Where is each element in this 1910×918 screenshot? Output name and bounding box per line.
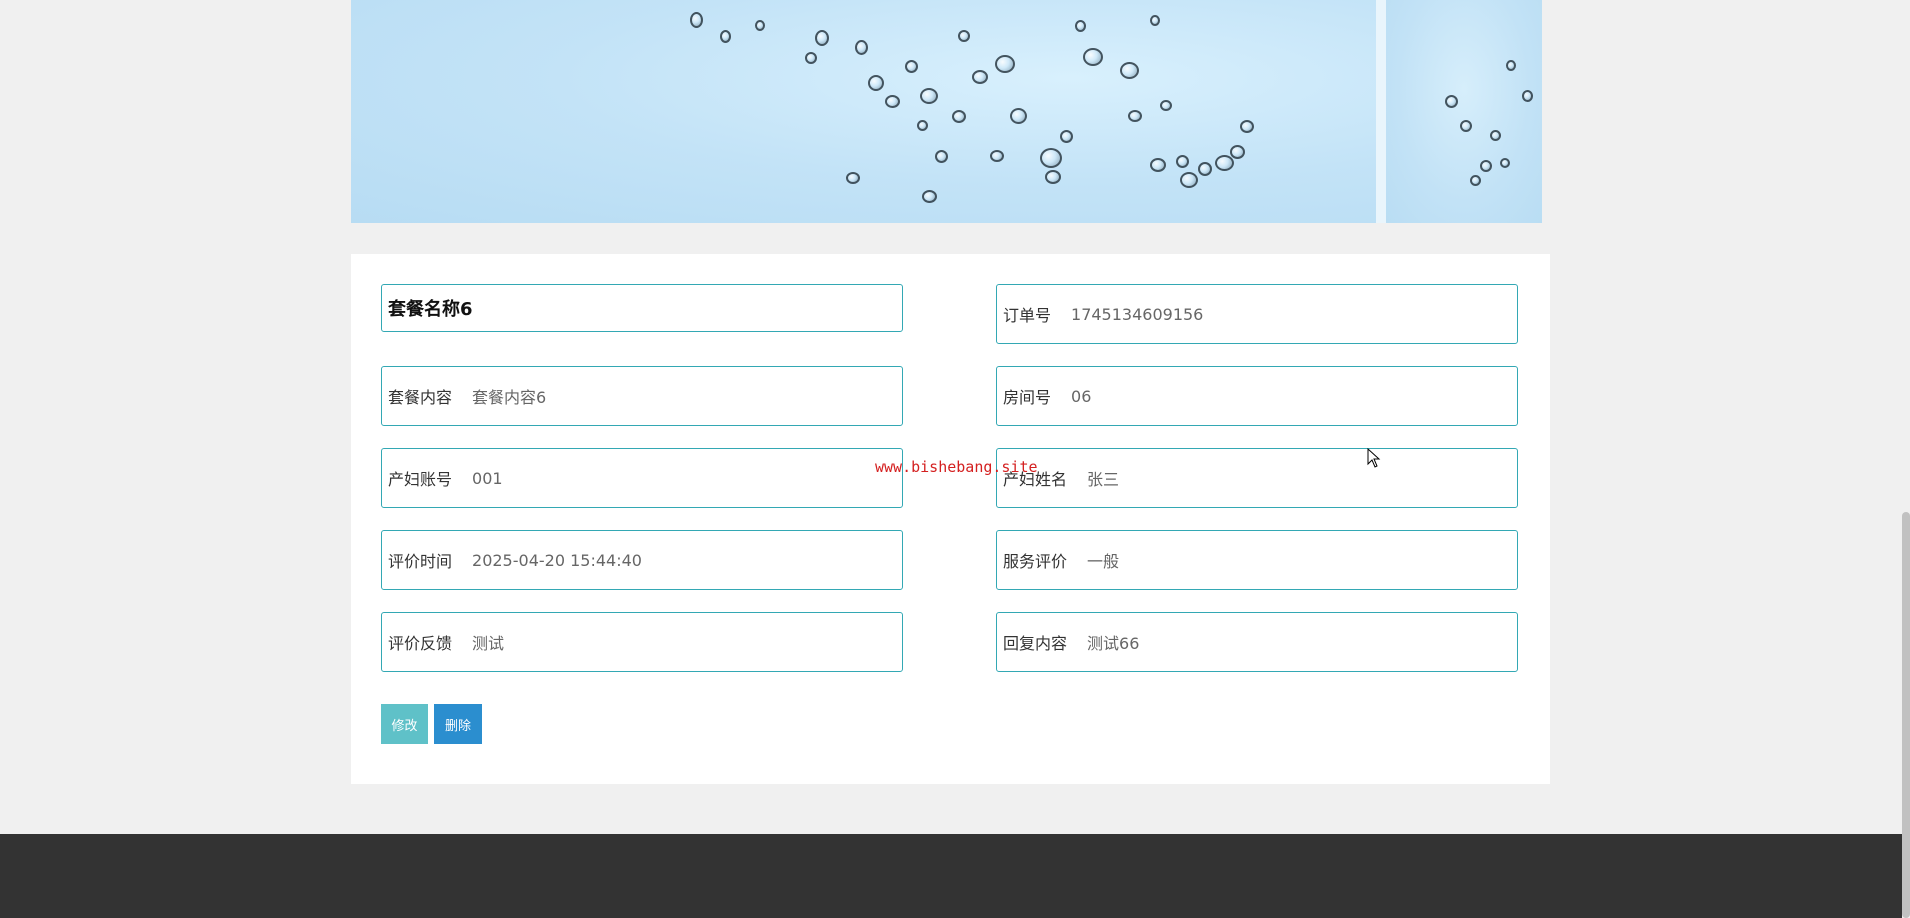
- service-rating-label: 服务评价: [1003, 552, 1068, 571]
- water-drop: [755, 20, 765, 31]
- package-content-label: 套餐内容: [388, 388, 453, 407]
- order-number-value: 1745134609156: [1071, 304, 1204, 324]
- water-drop: [868, 75, 884, 91]
- water-drop: [815, 30, 829, 46]
- water-drop: [958, 30, 970, 42]
- banner-image: [351, 0, 1542, 223]
- order-number-label: 订单号: [1003, 306, 1052, 325]
- water-drop: [1522, 90, 1533, 102]
- scrollbar-thumb[interactable]: [1902, 512, 1910, 918]
- water-drop: [1445, 95, 1458, 108]
- water-drop: [1490, 130, 1501, 141]
- review-time-label: 评价时间: [388, 552, 453, 571]
- water-drop: [1040, 148, 1062, 168]
- review-time-value: 2025-04-20 15:44:40: [472, 550, 642, 570]
- mother-account-field: 产妇账号 001: [381, 448, 903, 508]
- reply-content-label: 回复内容: [1003, 634, 1068, 653]
- water-drop: [1240, 120, 1254, 133]
- water-drop: [720, 30, 731, 43]
- page: 套餐名称6 订单号 1745134609156 套餐内容 套餐内容6 房间号 0…: [0, 0, 1910, 918]
- water-drop: [1060, 130, 1073, 143]
- water-drop: [1480, 160, 1492, 172]
- water-drop: [1128, 110, 1142, 122]
- water-drop: [690, 12, 703, 28]
- water-drop: [1045, 170, 1061, 184]
- review-feedback-field: 评价反馈 测试: [381, 612, 903, 672]
- banner-slide-main: [351, 0, 1376, 223]
- mother-name-value: 张三: [1087, 470, 1120, 489]
- detail-panel: 套餐名称6 订单号 1745134609156 套餐内容 套餐内容6 房间号 0…: [351, 254, 1550, 784]
- mouse-pointer-icon: [1367, 448, 1381, 468]
- room-number-field: 房间号 06: [996, 366, 1518, 426]
- water-drop: [1083, 48, 1103, 66]
- water-drop: [922, 190, 937, 203]
- water-drop: [805, 52, 817, 64]
- water-drop: [972, 70, 988, 84]
- water-drop: [920, 88, 938, 104]
- water-drop: [855, 40, 868, 55]
- water-drop: [885, 95, 900, 108]
- water-drop: [1230, 145, 1245, 159]
- reply-content-field: 回复内容 测试66: [996, 612, 1518, 672]
- package-content-field: 套餐内容 套餐内容6: [381, 366, 903, 426]
- review-time-field: 评价时间 2025-04-20 15:44:40: [381, 530, 903, 590]
- service-rating-field: 服务评价 一般: [996, 530, 1518, 590]
- package-content-value: 套餐内容6: [472, 388, 547, 407]
- water-drop: [1075, 20, 1086, 32]
- mother-account-label: 产妇账号: [388, 470, 453, 489]
- package-name-field: 套餐名称6: [381, 284, 903, 332]
- water-drop: [1150, 15, 1160, 26]
- water-drop: [990, 150, 1004, 162]
- room-number-label: 房间号: [1003, 388, 1052, 407]
- water-drop: [1506, 60, 1516, 71]
- edit-button[interactable]: 修改: [381, 704, 428, 744]
- order-number-field: 订单号 1745134609156: [996, 284, 1518, 344]
- water-drop: [1500, 158, 1510, 168]
- water-drop: [1198, 162, 1212, 176]
- banner-slide-next: [1386, 0, 1542, 223]
- water-drop: [905, 60, 918, 73]
- water-drop: [1160, 100, 1172, 111]
- mother-name-field: 产妇姓名 张三: [996, 448, 1518, 508]
- water-drop: [846, 172, 860, 184]
- water-drop: [1010, 108, 1027, 124]
- watermark-text: www.bishebang.site: [875, 458, 1038, 476]
- review-feedback-value: 测试: [472, 634, 505, 653]
- water-drop: [1470, 175, 1481, 186]
- review-feedback-label: 评价反馈: [388, 634, 453, 653]
- package-name-title: 套餐名称6: [388, 299, 473, 320]
- delete-button[interactable]: 删除: [434, 704, 482, 744]
- water-drop: [1460, 120, 1472, 132]
- service-rating-value: 一般: [1087, 552, 1120, 571]
- water-drop: [952, 110, 966, 123]
- water-drop: [935, 150, 948, 163]
- water-drop: [1120, 62, 1139, 79]
- banner-divider: [1376, 0, 1386, 223]
- scrollbar-track[interactable]: [1902, 0, 1910, 918]
- water-drop: [1176, 155, 1189, 168]
- water-drop: [1215, 155, 1234, 171]
- reply-content-value: 测试66: [1087, 634, 1140, 653]
- page-footer: [0, 834, 1910, 918]
- room-number-value: 06: [1071, 386, 1092, 406]
- water-drop: [1180, 172, 1198, 188]
- water-drop: [1150, 158, 1166, 172]
- water-drop: [917, 120, 928, 131]
- water-drop: [995, 55, 1015, 73]
- mother-account-value: 001: [472, 468, 503, 488]
